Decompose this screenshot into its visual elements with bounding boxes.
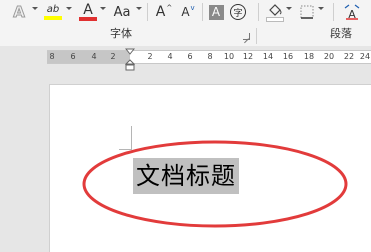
ruler-tick-label: 24 [359, 52, 371, 61]
ribbon-separator [258, 3, 259, 21]
shading-color-bar [266, 16, 284, 22]
group-separator [256, 28, 257, 44]
document-title-selected-text[interactable]: 文档标题 [133, 158, 239, 194]
ribbon-separator [333, 3, 334, 21]
ruler-tick-label: 6 [187, 52, 193, 61]
ruler-tick-label: 8 [207, 52, 213, 61]
shading-button[interactable] [266, 2, 284, 22]
shrink-font-button[interactable]: A v [178, 2, 198, 22]
ruler-tick-label: 2 [147, 52, 153, 61]
font-color-dropdown-icon[interactable] [100, 7, 106, 10]
ribbon-separator [147, 3, 148, 21]
margin-guide [131, 126, 132, 150]
highlight-color-bar [44, 16, 62, 20]
highlight-dropdown-icon[interactable] [66, 7, 72, 10]
text-effects-button[interactable]: A [8, 2, 30, 22]
enclose-characters-button[interactable]: 字 [229, 2, 247, 22]
ruler-tick-label: 10 [223, 52, 235, 61]
font-color-bar [79, 17, 97, 21]
ruler-area: 8 6 4 2 2 4 6 8 10 12 14 16 18 20 22 24 [0, 46, 371, 70]
paint-bucket-icon [269, 3, 282, 16]
ruler-tick-label: 16 [282, 52, 294, 61]
text-highlight-button[interactable]: ab [42, 2, 64, 22]
margin-guide [119, 149, 131, 150]
shrink-caret-icon: v [190, 4, 195, 12]
horizontal-ruler[interactable]: 8 6 4 2 2 4 6 8 10 12 14 16 18 20 22 24 [47, 50, 371, 64]
ruler-tick-label: 14 [262, 52, 274, 61]
ruler-tick-label: 18 [303, 52, 315, 61]
shading-dropdown-icon[interactable] [286, 7, 292, 10]
change-case-button[interactable]: Aa [110, 2, 134, 22]
grow-caret-icon: ^ [166, 4, 173, 12]
asian-layout-button[interactable]: A [341, 2, 363, 22]
ruler-tick-label: 4 [167, 52, 173, 61]
grow-font-icon: A [155, 4, 166, 20]
ruler-margin-area [47, 51, 130, 63]
asian-layout-icon: A [344, 4, 360, 20]
borders-button[interactable] [298, 2, 316, 22]
font-dialog-launcher-icon[interactable] [243, 33, 250, 40]
indent-marker-icon[interactable] [125, 46, 135, 72]
ruler-tick-label: 8 [49, 52, 55, 61]
text-effects-dropdown-icon[interactable] [32, 7, 38, 10]
shrink-font-icon: A [181, 5, 190, 19]
svg-text:A: A [348, 8, 356, 20]
highlight-icon: ab [46, 4, 60, 15]
change-case-dropdown-icon[interactable] [136, 7, 142, 10]
ribbon: A ab A Aa A ^ A v A 字 A 字体 段落 [0, 0, 371, 47]
ribbon-separator [202, 3, 203, 21]
ruler-tick-label: 12 [242, 52, 254, 61]
enclose-characters-icon: 字 [230, 4, 246, 20]
paragraph-group-label: 段落 [330, 27, 352, 40]
ruler-tick-label: 20 [323, 52, 335, 61]
change-case-icon: Aa [113, 4, 131, 20]
character-shading-button[interactable]: A [207, 2, 225, 22]
ruler-tick-label: 6 [70, 52, 76, 61]
ruler-tick-label: 2 [110, 52, 116, 61]
grow-font-button[interactable]: A ^ [154, 2, 174, 22]
character-shading-icon: A [208, 4, 224, 20]
text-effects-icon: A [13, 3, 26, 22]
ruler-tick-label: 22 [343, 52, 355, 61]
font-color-icon: A [83, 2, 93, 18]
borders-dropdown-icon[interactable] [318, 7, 324, 10]
ruler-tick-label: 4 [91, 52, 97, 61]
font-color-button[interactable]: A [78, 2, 98, 22]
font-group-label: 字体 [110, 27, 132, 40]
borders-icon [300, 5, 314, 19]
